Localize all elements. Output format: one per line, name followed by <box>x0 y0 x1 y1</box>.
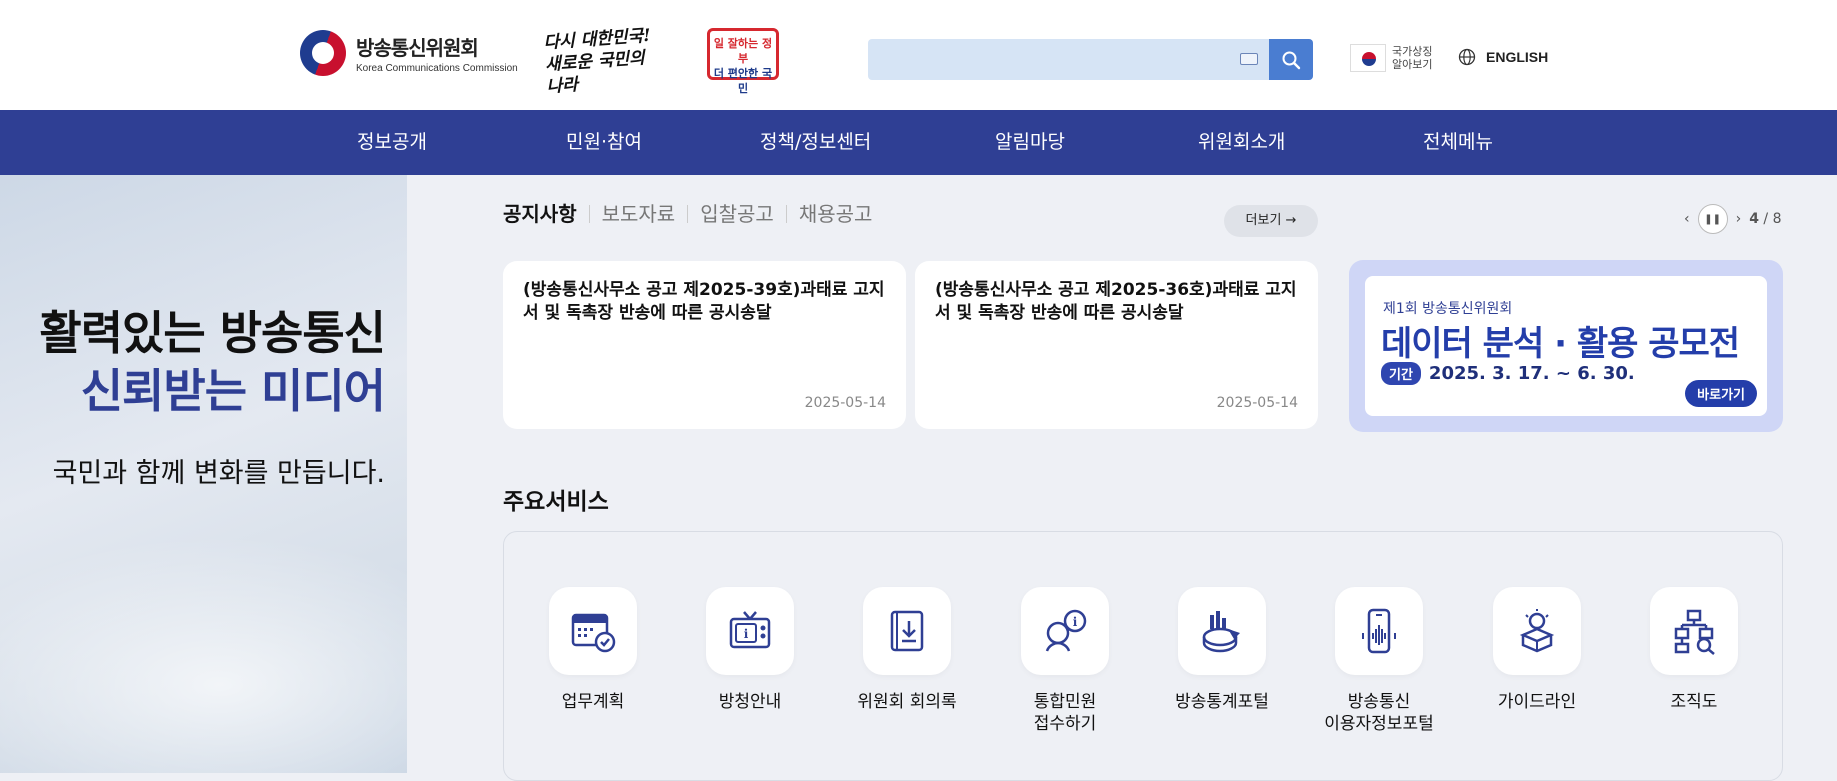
hero-panel: 활력있는 방송통신 신뢰받는 미디어 국민과 함께 변화를 만듭니다. <box>0 175 407 773</box>
page-current: 4 <box>1749 211 1759 227</box>
search-button[interactable] <box>1269 39 1313 80</box>
notice-title: (방송통신사무소 공고 제2025-36호)과태료 고지서 및 독촉장 반송에 … <box>935 280 1297 323</box>
calendar-check-icon <box>571 613 616 653</box>
consult-icon: i <box>1045 609 1087 652</box>
slogan-image[interactable]: 다시 대한민국! 새로운 국민의 나라 <box>543 24 667 98</box>
gov-slogan-badge[interactable]: 일 잘하는 정부 더 편안한 국민 <box>707 28 779 95</box>
hero-title-line1: 활력있는 방송통신 <box>39 306 386 360</box>
service-civil-complaint[interactable]: i 통합민원 접수하기 <box>995 587 1135 735</box>
tv-info-icon: i <box>729 611 771 649</box>
nav-item-info-disclosure[interactable]: 정보공개 <box>357 110 427 175</box>
service-org-chart[interactable]: 조직도 <box>1624 587 1764 713</box>
service-gallery-guide[interactable]: i 방청안내 <box>680 587 820 713</box>
flag-label: 알아보기 <box>1392 58 1433 71</box>
chevron-left-icon[interactable]: ‹ <box>1684 211 1690 227</box>
tab-bid[interactable]: 입찰공고 <box>687 204 786 224</box>
service-label: 방송통계포털 <box>1175 692 1269 712</box>
nav-item-all-menu[interactable]: 전체메뉴 <box>1423 110 1493 175</box>
hero-title-line2: 신뢰받는 미디어 <box>80 364 386 418</box>
english-link[interactable]: ENGLISH <box>1458 48 1548 66</box>
mobile-signal-icon <box>1362 608 1396 654</box>
service-minutes[interactable]: 위원회 회의록 <box>837 587 977 713</box>
promo-banner[interactable]: 제1회 방송통신위원회 데이터 분석 · 활용 공모전 기간 2025. 3. … <box>1349 260 1783 432</box>
site-logo[interactable]: 방송통신위원회 Korea Communications Commission <box>300 30 518 76</box>
period-label: 기간 <box>1381 362 1421 385</box>
nav-item-civil[interactable]: 민원·참여 <box>566 110 642 175</box>
notice-tabs: 공지사항 보도자료 입찰공고 채용공고 <box>503 204 885 224</box>
banner-period: 기간 2025. 3. 17. ~ 6. 30. <box>1381 362 1635 385</box>
slogan-line: 새로운 국민의 나라 <box>544 48 646 98</box>
org-chart-icon <box>1674 609 1715 655</box>
nav-item-about[interactable]: 위원회소개 <box>1198 110 1285 175</box>
banner-subtitle: 제1회 방송통신위원회 <box>1383 301 1513 317</box>
pause-icon: ❚❚ <box>1704 213 1721 225</box>
notice-card[interactable]: (방송통신사무소 공고 제2025-39호)과태료 고지서 및 독촉장 반송에 … <box>503 261 906 429</box>
tab-press[interactable]: 보도자료 <box>588 204 688 224</box>
tab-recruit[interactable]: 채용공고 <box>785 204 885 224</box>
flag-label: 국가상징 <box>1392 45 1433 58</box>
nav-item-policy[interactable]: 정책/정보센터 <box>760 110 871 175</box>
svg-text:i: i <box>1073 615 1078 629</box>
badge-line: 더 편안한 국민 <box>713 67 773 95</box>
national-symbol-link[interactable]: 국가상징 알아보기 <box>1350 44 1432 72</box>
notice-date: 2025-05-14 <box>1216 395 1298 411</box>
hero-subtitle: 국민과 함께 변화를 만듭니다. <box>52 458 385 489</box>
main-nav: 정보공개 민원·참여 정책/정보센터 알림마당 위원회소개 전체메뉴 <box>0 110 1837 175</box>
service-label: 업무계획 <box>561 692 625 712</box>
notice-card[interactable]: (방송통신사무소 공고 제2025-36호)과태료 고지서 및 독촉장 반송에 … <box>915 261 1318 429</box>
keyboard-icon[interactable] <box>1240 53 1258 65</box>
services-title: 주요서비스 <box>503 489 609 515</box>
service-user-portal[interactable]: 방송통신 이용자정보포털 <box>1309 587 1449 735</box>
site-header: 방송통신위원회 Korea Communications Commission … <box>0 0 1837 110</box>
more-button[interactable]: 더보기 → <box>1224 205 1318 237</box>
tab-notice[interactable]: 공지사항 <box>503 204 589 224</box>
search-bar <box>868 39 1313 80</box>
service-label: 가이드라인 <box>1497 692 1577 712</box>
badge-line: 일 잘하는 정부 <box>713 37 773 65</box>
logo-title: 방송통신위원회 <box>356 36 479 60</box>
globe-icon <box>1458 48 1476 66</box>
taeguk-emblem-icon <box>300 30 346 76</box>
period-value: 2025. 3. 17. ~ 6. 30. <box>1428 363 1635 384</box>
service-label: 방청안내 <box>718 692 782 712</box>
korea-flag-icon <box>1350 44 1386 72</box>
nav-item-news[interactable]: 알림마당 <box>995 110 1065 175</box>
banner-go-button[interactable]: 바로가기 <box>1685 380 1757 407</box>
service-label: 통합민원 접수하기 <box>1033 692 1097 734</box>
chevron-right-icon[interactable]: › <box>1736 211 1742 227</box>
page-total: / 8 <box>1763 211 1782 227</box>
logo-subtitle: Korea Communications Commission <box>356 63 518 74</box>
service-label: 위원회 회의록 <box>857 692 957 712</box>
service-label: 방송통신 이용자정보포털 <box>1324 692 1434 734</box>
bulb-box-icon <box>1519 609 1555 653</box>
search-icon <box>1282 51 1301 69</box>
notice-date: 2025-05-14 <box>804 395 886 411</box>
search-input[interactable] <box>868 39 1228 80</box>
banner-pager: ‹ ❚❚ › 4 / 8 <box>1684 204 1782 234</box>
book-download-icon <box>890 610 924 652</box>
service-work-plan[interactable]: 업무계획 <box>523 587 663 713</box>
service-stats-portal[interactable]: 방송통계포털 <box>1152 587 1292 713</box>
notice-title: (방송통신사무소 공고 제2025-39호)과태료 고지서 및 독촉장 반송에 … <box>523 280 885 323</box>
svg-text:i: i <box>744 627 749 641</box>
service-label: 조직도 <box>1670 692 1718 712</box>
english-label: ENGLISH <box>1486 49 1549 65</box>
pause-button[interactable]: ❚❚ <box>1697 204 1728 234</box>
stats-pie-icon <box>1202 611 1240 653</box>
service-guideline[interactable]: 가이드라인 <box>1467 587 1607 713</box>
banner-title: 데이터 분석 · 활용 공모전 <box>1381 324 1740 364</box>
